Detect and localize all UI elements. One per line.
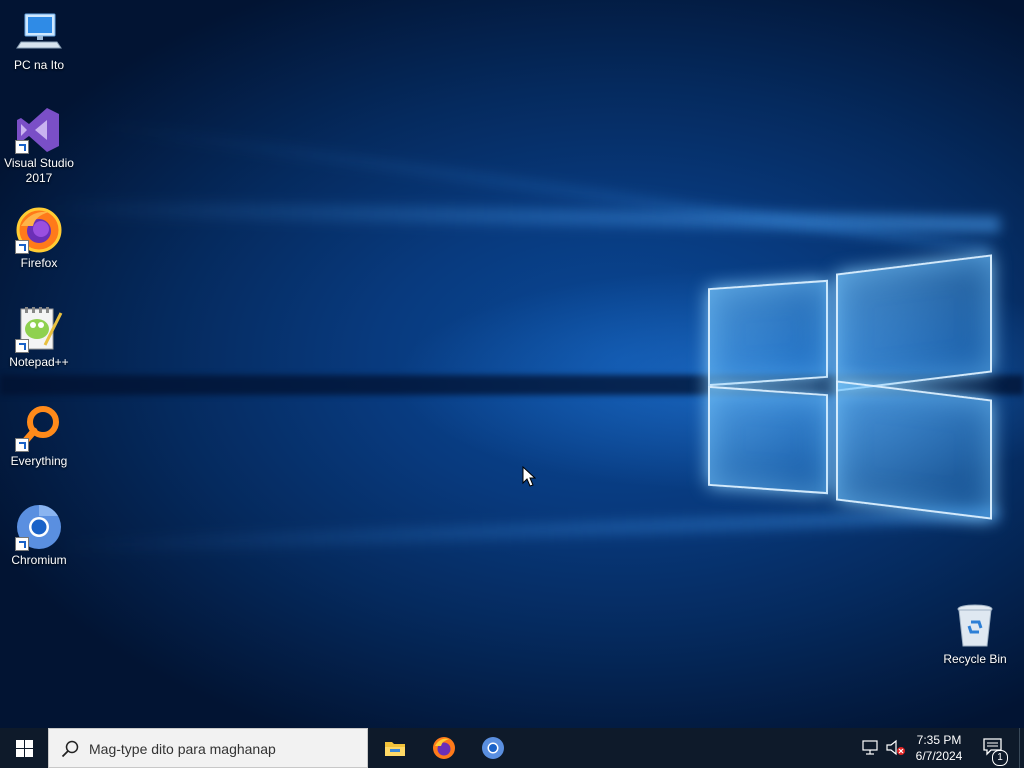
file-explorer-icon: [385, 742, 405, 756]
icon-label: Notepad++: [9, 355, 69, 369]
desktop-icon-chromium[interactable]: Chromium: [0, 503, 78, 568]
desktop: PC na Ito Visual Studio 2017 Firefox Not…: [0, 0, 1024, 728]
search-input[interactable]: Mag-type dito para maghanap: [48, 728, 368, 768]
shortcut-arrow-icon: [15, 140, 29, 154]
action-center-button[interactable]: 1: [978, 728, 1018, 768]
visual-studio-icon: [15, 106, 63, 154]
volume-muted-icon[interactable]: [886, 739, 906, 757]
shortcut-arrow-icon: [15, 537, 29, 551]
desktop-icon-notepad-plus-plus[interactable]: Notepad++: [0, 305, 78, 370]
notification-badge: 1: [992, 750, 1008, 766]
desktop-icon-everything[interactable]: Everything: [0, 404, 78, 469]
clock-time: 7:35 PM: [916, 733, 962, 747]
icon-label: Firefox: [20, 256, 58, 270]
taskbar-file-explorer[interactable]: [371, 728, 419, 768]
shortcut-arrow-icon: [15, 339, 29, 353]
start-button[interactable]: [0, 728, 48, 768]
clock[interactable]: 7:35 PM 6/7/2024: [908, 730, 970, 766]
desktop-icon-recycle-bin[interactable]: Recycle Bin: [936, 602, 1014, 667]
clock-date: 6/7/2024: [915, 749, 963, 763]
taskbar: Mag-type dito para maghanap 7:35 PM 6/7/…: [0, 728, 1024, 768]
mouse-cursor-icon: [522, 466, 536, 487]
desktop-icon-pc[interactable]: PC na Ito: [0, 8, 78, 73]
icon-label: PC na Ito: [13, 58, 65, 72]
recycle-bin-icon: [951, 602, 999, 650]
everything-icon: [15, 404, 63, 452]
firefox-icon: [15, 206, 63, 254]
notepad-plus-plus-icon: [15, 305, 63, 353]
search-placeholder: Mag-type dito para maghanap: [89, 741, 276, 757]
icon-label: Everything: [10, 454, 68, 468]
chromium-icon: [482, 737, 504, 759]
icon-label: Recycle Bin: [943, 652, 1007, 666]
taskbar-firefox[interactable]: [420, 728, 468, 768]
search-icon: [61, 740, 79, 758]
shortcut-arrow-icon: [15, 240, 29, 254]
taskbar-chromium[interactable]: [469, 728, 517, 768]
desktop-icon-firefox[interactable]: Firefox: [0, 206, 78, 271]
icon-label: Chromium: [11, 553, 67, 567]
computer-icon: [15, 8, 63, 56]
firefox-icon: [433, 737, 455, 759]
light-beam: [99, 120, 992, 256]
chromium-icon: [15, 503, 63, 551]
windows-logo-wallpaper: [700, 240, 1000, 540]
icon-label: Visual Studio 2017: [4, 156, 74, 185]
network-icon[interactable]: [862, 740, 880, 756]
shortcut-arrow-icon: [15, 438, 29, 452]
desktop-icon-visual-studio[interactable]: Visual Studio 2017: [0, 106, 78, 186]
windows-start-icon: [16, 740, 33, 757]
show-desktop-button[interactable]: [1019, 728, 1024, 768]
